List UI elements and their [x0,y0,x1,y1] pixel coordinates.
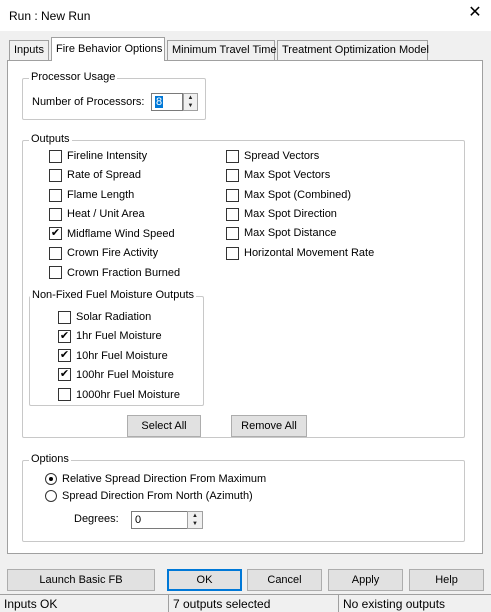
status-inputs: Inputs OK [0,594,169,612]
launch-basic-fb-button[interactable]: Launch Basic FB [7,569,155,591]
checkbox-label: Max Spot Distance [244,227,337,239]
ok-button[interactable]: OK [167,569,242,591]
checkbox-label: Horizontal Movement Rate [244,247,375,259]
checkbox-flame-length[interactable] [49,189,62,202]
processors-input[interactable]: 8 [151,93,183,111]
checkbox-fireline-intensity[interactable] [49,150,62,163]
number-of-processors-label: Number of Processors: [32,96,145,108]
checkbox-label: Heat / Unit Area [67,208,145,220]
checkbox-heat-unit-area[interactable] [49,208,62,221]
help-button[interactable]: Help [409,569,484,591]
checkbox-label: 100hr Fuel Moisture [76,369,174,381]
radio-label: Spread Direction From North (Azimuth) [62,490,253,502]
options-title: Options [29,453,71,465]
tab-minimum-travel-time[interactable]: Minimum Travel Time [167,40,277,60]
checkbox-label: Max Spot Direction [244,208,337,220]
degrees-input[interactable]: 0 [131,511,188,529]
checkbox-label: Rate of Spread [67,169,141,181]
checkbox-label: Spread Vectors [244,150,320,162]
checkbox-rate-of-spread[interactable] [49,169,62,182]
checkbox-1hr-fuel-moisture[interactable] [58,330,71,343]
window-title: Run : New Run [9,9,91,23]
fuel-moisture-title: Non-Fixed Fuel Moisture Outputs [30,289,197,301]
checkbox-max-spot-distance[interactable] [226,227,239,240]
apply-button[interactable]: Apply [328,569,403,591]
checkbox-crown-fraction-burned[interactable] [49,266,62,279]
checkbox-crown-fire-activity[interactable] [49,247,62,260]
checkbox-solar-radiation[interactable] [58,311,71,324]
checkbox-label: Crown Fraction Burned [67,267,181,279]
degrees-label: Degrees: [74,513,119,525]
cancel-button[interactable]: Cancel [247,569,322,591]
checkbox-label: Flame Length [67,189,135,201]
tab-treatment-optimization-model[interactable]: Treatment Optimization Model [277,40,429,60]
radio-label: Relative Spread Direction From Maximum [62,473,267,485]
processors-spinner[interactable]: ▲ ▼ [183,93,198,111]
checkbox-label: Max Spot Vectors [244,169,331,181]
select-all-button[interactable]: Select All [127,415,201,437]
checkbox-midflame-wind-speed[interactable] [49,227,62,240]
checkbox-spread-vectors[interactable] [226,150,239,163]
degrees-spinner[interactable]: ▲ ▼ [187,511,203,529]
spin-down-icon[interactable]: ▼ [184,102,197,110]
radio-spread-direction-from-north[interactable] [45,490,57,502]
checkbox-label: Midflame Wind Speed [67,228,175,240]
checkbox-horizontal-movement-rate[interactable] [226,247,239,260]
outputs-title: Outputs [29,133,72,145]
spin-up-icon[interactable]: ▲ [188,512,202,520]
checkbox-max-spot-vectors[interactable] [226,169,239,182]
close-icon[interactable]: ✕ [463,3,487,23]
tab-inputs[interactable]: Inputs [9,40,49,60]
status-existing-outputs: No existing outputs [339,594,491,612]
tab-fire-behavior-options[interactable]: Fire Behavior Options [51,37,165,61]
remove-all-button[interactable]: Remove All [231,415,307,437]
spin-up-icon[interactable]: ▲ [184,94,197,102]
checkbox-label: 1hr Fuel Moisture [76,330,162,342]
checkbox-max-spot-direction[interactable] [226,208,239,221]
checkbox-max-spot-combined[interactable] [226,189,239,202]
checkbox-label: Fireline Intensity [67,150,148,162]
checkbox-label: Solar Radiation [76,311,152,323]
checkbox-label: 1000hr Fuel Moisture [76,389,180,401]
radio-relative-spread-direction[interactable] [45,473,57,485]
checkbox-label: Crown Fire Activity [67,247,159,259]
processor-usage-title: Processor Usage [29,71,118,83]
checkbox-label: 10hr Fuel Moisture [76,350,168,362]
spin-down-icon[interactable]: ▼ [188,520,202,528]
checkbox-label: Max Spot (Combined) [244,189,351,201]
checkbox-1000hr-fuel-moisture[interactable] [58,388,71,401]
processors-value: 8 [155,96,164,108]
checkbox-10hr-fuel-moisture[interactable] [58,349,71,362]
checkbox-100hr-fuel-moisture[interactable] [58,368,71,381]
status-outputs-selected: 7 outputs selected [169,594,339,612]
